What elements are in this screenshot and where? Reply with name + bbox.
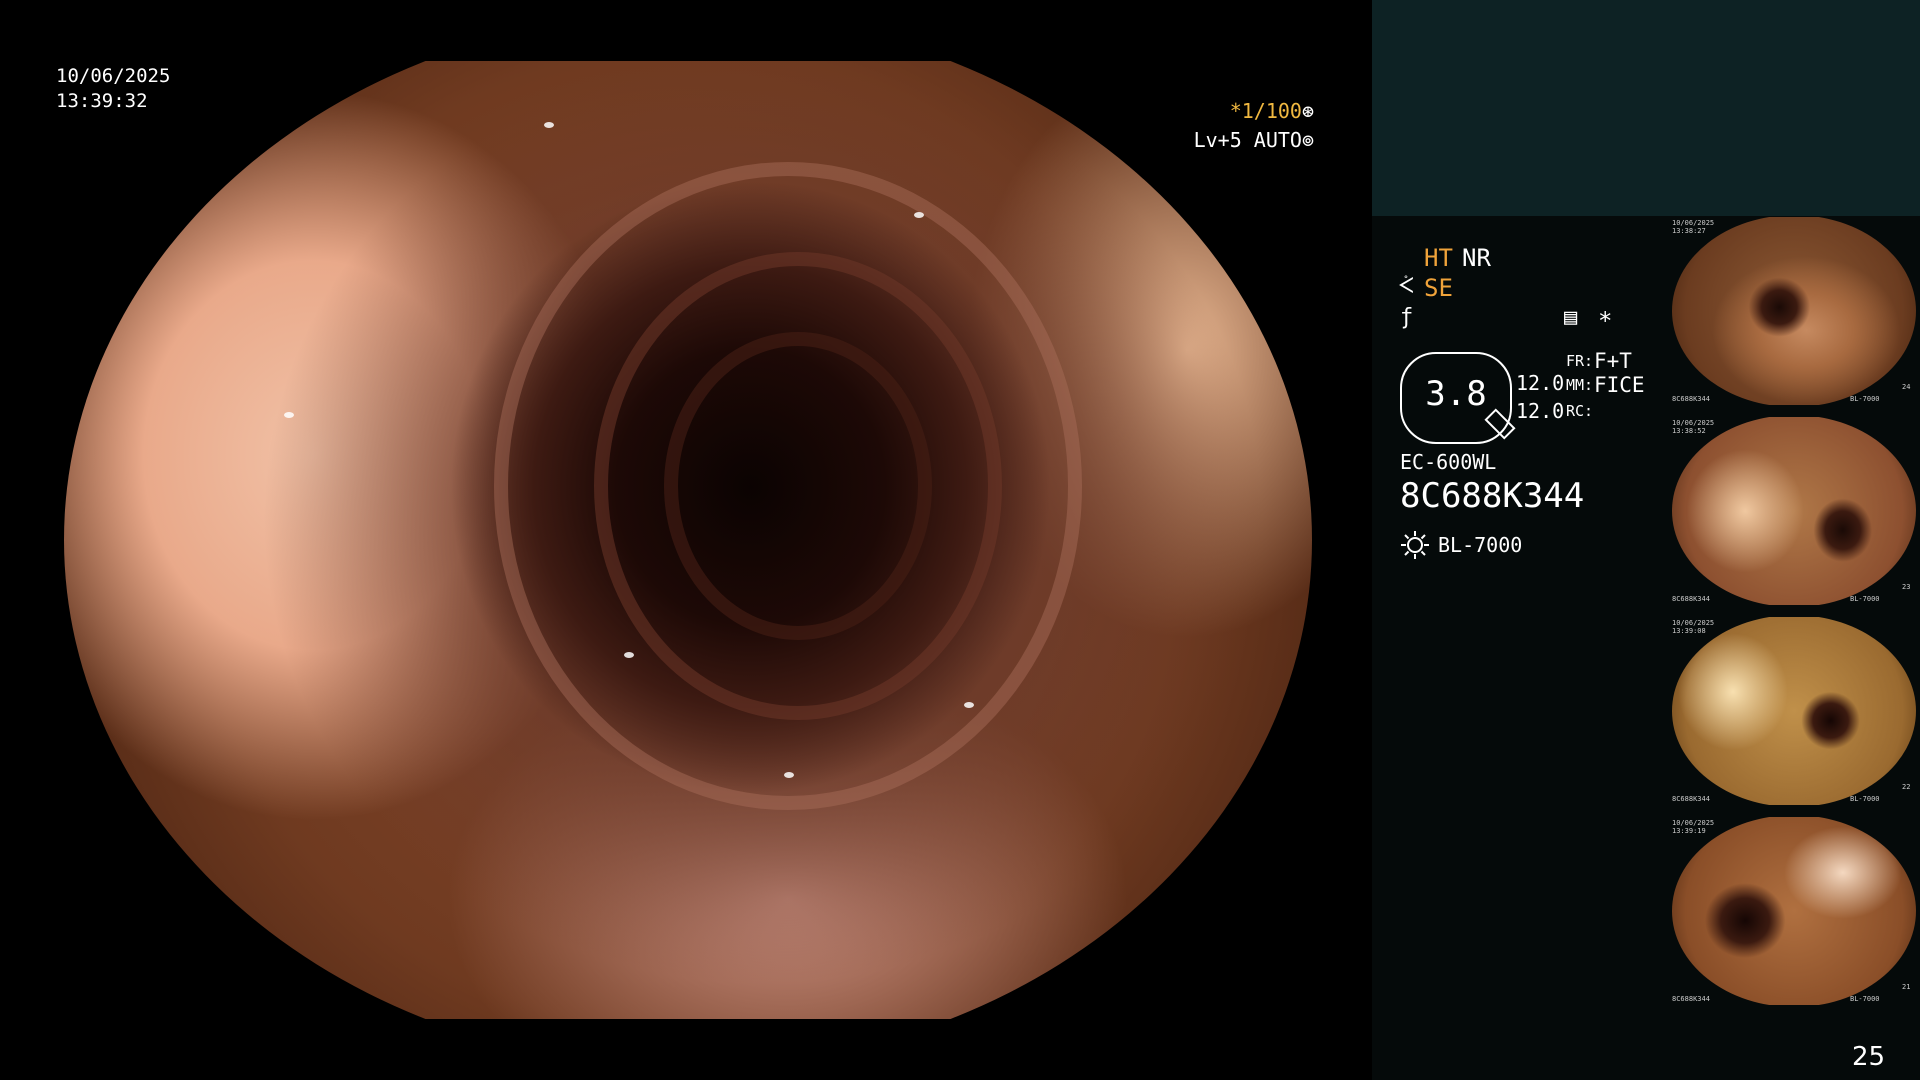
thumbnail-date: 10/06/2025: [1672, 219, 1715, 227]
thumbnail-image[interactable]: 10/06/2025 13:39:19 8C688K344 BL-7000 21: [1670, 817, 1918, 1005]
thumbnail-endoscopic-image: [1672, 617, 1916, 805]
structure-enhance-icon: ᢵ: [1398, 274, 1414, 299]
thumbnail-number: 22: [1902, 783, 1911, 791]
thumbnail-endoscopic-image: [1672, 217, 1916, 405]
thumbnail-endoscopic-image: [1672, 417, 1916, 605]
thumbnail-number: 23: [1902, 583, 1911, 591]
exposure-level-value: Lv+5 AUTO: [1193, 128, 1302, 152]
thumbnail-image[interactable]: 10/06/2025 13:39:08 8C688K344 BL-7000 22: [1670, 617, 1918, 805]
image-count: 25: [1852, 1042, 1886, 1072]
thumbnail-time: 13:38:27: [1672, 227, 1706, 235]
panel-header-area: [1372, 0, 1920, 216]
freeze-icon: ƒ: [1400, 305, 1414, 330]
thumbnail-lamp: BL-7000: [1850, 595, 1880, 603]
rc-label: RC:: [1566, 402, 1594, 420]
thumbnail-date: 10/06/2025: [1672, 619, 1715, 627]
scope-model: EC-600WL: [1400, 450, 1497, 474]
light-reflection: [914, 212, 924, 218]
light-reflection: [284, 412, 294, 418]
capture-time: 13:39:32: [56, 90, 148, 112]
thumbnail-number: 24: [1902, 383, 1911, 391]
se-indicator: SE: [1424, 274, 1453, 302]
light-reflection: [624, 652, 634, 658]
exposure-level-indicator: Lv+5 AUTO⊚: [1194, 128, 1314, 152]
thumbnail-time: 13:39:08: [1672, 627, 1706, 635]
endoscopic-image: [64, 61, 1312, 1019]
fr-value: F+T: [1594, 349, 1632, 373]
mm-label: MM:: [1566, 376, 1594, 394]
thumbnail-serial: 8C688K344: [1672, 795, 1710, 803]
mm-value: FICE: [1594, 373, 1645, 397]
thumbnail-lamp: BL-7000: [1850, 995, 1880, 1003]
thumbnail-endoscopic-image: [1672, 817, 1916, 1005]
auto-icon: ⊚: [1301, 128, 1314, 152]
light-source-model: BL-7000: [1438, 533, 1523, 557]
thumbnail-lamp: BL-7000: [1850, 795, 1880, 803]
thumbnail-time: 13:38:52: [1672, 427, 1706, 435]
shutter-icon: ⊛: [1301, 99, 1314, 123]
endoscope-main-view: [64, 61, 1312, 1019]
thumbnail-serial: 8C688K344: [1672, 595, 1710, 603]
light-reflection: [544, 122, 554, 128]
memo-icon: ▤: [1564, 305, 1578, 330]
magnifier-handle-icon: [1484, 408, 1516, 440]
parameter-value-1: 12.0: [1516, 371, 1565, 395]
zoom-value: 3.8: [1425, 374, 1487, 414]
scope-serial: 8C688K344: [1400, 476, 1585, 516]
capture-date: 10/06/2025: [56, 65, 171, 87]
thumbnail-serial: 8C688K344: [1672, 395, 1710, 403]
thumbnail-lamp: BL-7000: [1850, 395, 1880, 403]
ht-indicator: HT: [1424, 244, 1453, 272]
nr-indicator: NR: [1462, 244, 1491, 272]
thumbnail-number: 21: [1902, 983, 1911, 991]
mucosal-fold: [664, 332, 932, 640]
fr-label: FR:: [1566, 352, 1594, 370]
light-reflection: [784, 772, 794, 778]
light-reflection: [964, 702, 974, 708]
thumbnail-image[interactable]: 10/06/2025 13:38:27 8C688K344 BL-7000 24: [1670, 217, 1918, 405]
thumbnail-date: 10/06/2025: [1672, 419, 1715, 427]
star-icon: *: [1598, 307, 1613, 335]
light-source-icon: [1401, 531, 1429, 559]
thumbnail-serial: 8C688K344: [1672, 995, 1710, 1003]
thumbnail-time: 13:39:19: [1672, 827, 1706, 835]
thumbnail-date: 10/06/2025: [1672, 819, 1715, 827]
shutter-value: *1/100: [1229, 99, 1302, 123]
zoom-indicator: 3.8: [1400, 352, 1516, 444]
parameter-value-2: 12.0: [1516, 399, 1565, 423]
thumbnail-image[interactable]: 10/06/2025 13:38:52 8C688K344 BL-7000 23: [1670, 417, 1918, 605]
shutter-indicator: *1/100⊛: [1230, 99, 1314, 123]
